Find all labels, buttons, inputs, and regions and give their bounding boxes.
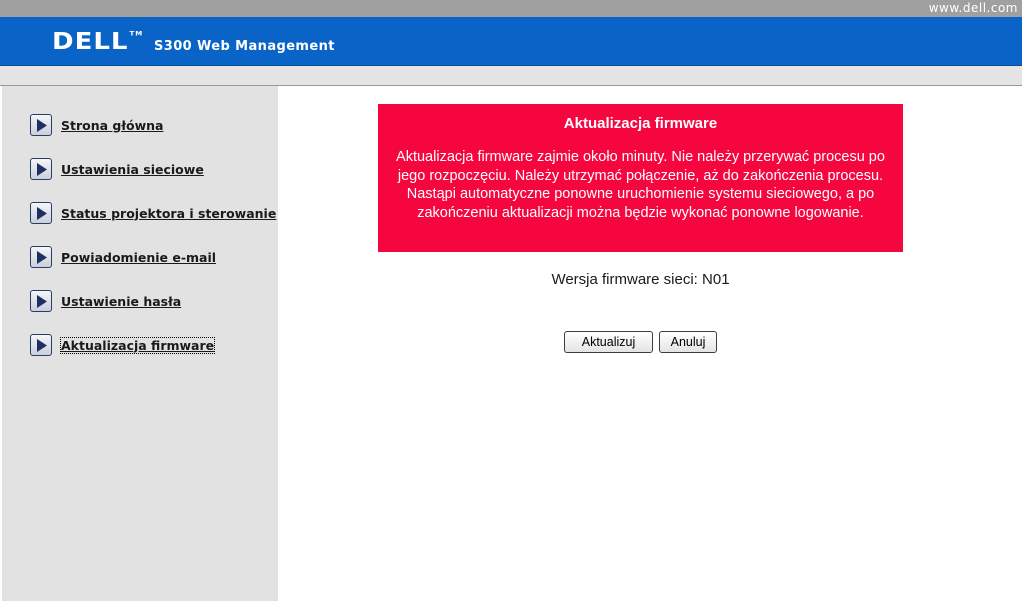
play-arrow-icon[interactable]: [30, 334, 52, 356]
sidebar-item-label: Aktualizacja firmware: [59, 336, 216, 354]
dell-logo-text: DELL: [52, 28, 129, 56]
sidebar-item-label: Ustawienie hasła: [61, 293, 182, 309]
product-title: S300 Web Management: [154, 39, 335, 54]
play-arrow-icon[interactable]: [30, 158, 52, 180]
trademark-mark: TM: [129, 30, 144, 38]
toolbar-strip: [0, 66, 1022, 86]
play-arrow-icon[interactable]: [30, 246, 52, 268]
header-banner: DELLTM S300 Web Management: [0, 17, 1022, 66]
sidebar-item-label: Ustawienia sieciowe: [61, 161, 204, 177]
cancel-button[interactable]: Anuluj: [659, 331, 717, 353]
alert-title: Aktualizacja firmware: [563, 115, 718, 132]
top-strip: www.dell.com: [0, 0, 1022, 17]
sidebar-item-projector-status[interactable]: Status projektora i sterowanie: [30, 202, 276, 224]
sidebar-item-label: Status projektora i sterowanie: [61, 205, 277, 221]
site-url: www.dell.com: [928, 1, 1018, 15]
dell-logo: DELLTM: [52, 29, 143, 56]
play-arrow-icon[interactable]: [30, 290, 52, 312]
sidebar-item-network-settings[interactable]: Ustawienia sieciowe: [30, 158, 204, 180]
play-arrow-icon[interactable]: [30, 202, 52, 224]
sidebar-item-firmware-update[interactable]: Aktualizacja firmware: [30, 334, 216, 356]
play-arrow-icon[interactable]: [30, 114, 52, 136]
sidebar: Strona główna Ustawienia sieciowe Status…: [0, 86, 278, 601]
sidebar-item-label: Strona główna: [61, 117, 164, 133]
sidebar-item-home[interactable]: Strona główna: [30, 114, 163, 136]
alert-message: Aktualizacja firmware zajmie około minut…: [396, 149, 885, 221]
firmware-version-text: Wersja firmware sieci: N01: [551, 271, 730, 288]
sidebar-item-email-alert[interactable]: Powiadomienie e-mail: [30, 246, 216, 268]
firmware-warning-box: Aktualizacja firmware Aktualizacja firmw…: [378, 104, 903, 252]
update-button[interactable]: Aktualizuj: [564, 331, 653, 353]
sidebar-item-password[interactable]: Ustawienie hasła: [30, 290, 181, 312]
sidebar-item-label: Powiadomienie e-mail: [61, 249, 217, 265]
